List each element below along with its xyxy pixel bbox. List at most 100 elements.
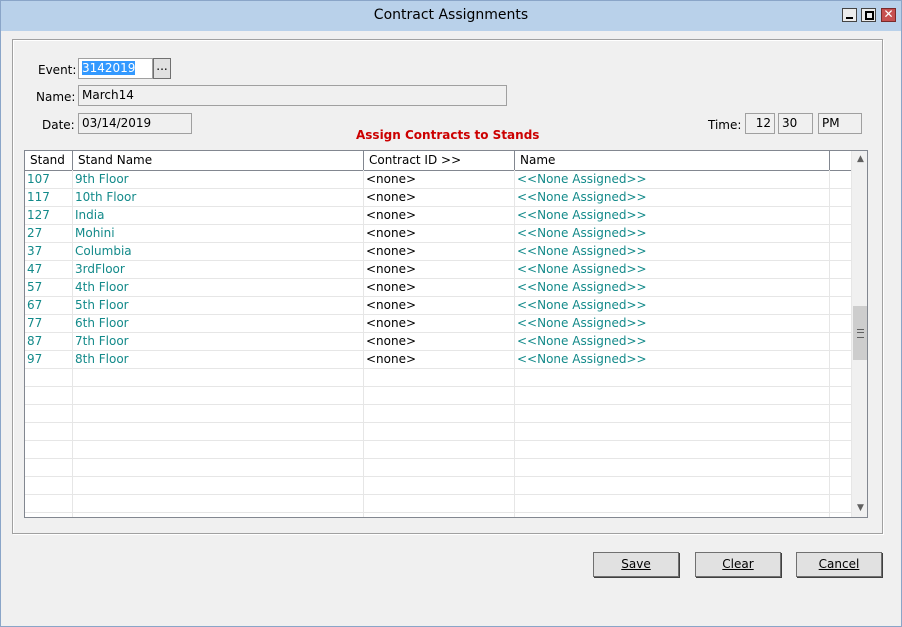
cell-name[interactable]: <<None Assigned>> — [516, 314, 829, 332]
table-row[interactable]: 127 India <none> <<None Assigned>> — [25, 206, 853, 225]
cell-contract-id[interactable]: <none> — [365, 296, 514, 314]
event-label: Event: — [38, 63, 77, 77]
grid-header: Stand Stand Name Contract ID >> Name — [25, 151, 853, 171]
table-row[interactable]: 47 3rdFloor <none> <<None Assigned>> — [25, 260, 853, 279]
cell-stand-name[interactable]: 6th Floor — [74, 314, 363, 332]
cell-contract-id[interactable]: <none> — [365, 188, 514, 206]
cell-stand[interactable]: 127 — [26, 206, 72, 224]
cell-name[interactable]: <<None Assigned>> — [516, 278, 829, 296]
cell-name[interactable]: <<None Assigned>> — [516, 332, 829, 350]
cell-stand[interactable]: 117 — [26, 188, 72, 206]
cell-contract-id[interactable]: <none> — [365, 332, 514, 350]
stands-grid[interactable]: Stand Stand Name Contract ID >> Name 107… — [24, 150, 868, 518]
cell-contract-id[interactable]: <none> — [365, 314, 514, 332]
name-label: Name: — [36, 90, 76, 104]
time-label: Time: — [708, 118, 742, 132]
cell-stand-name[interactable]: 10th Floor — [74, 188, 363, 206]
table-row[interactable]: 77 6th Floor <none> <<None Assigned>> — [25, 314, 853, 333]
cell-name[interactable]: <<None Assigned>> — [516, 242, 829, 260]
cell-stand-name[interactable]: 7th Floor — [74, 332, 363, 350]
cell-name[interactable]: <<None Assigned>> — [516, 170, 829, 188]
empty-row[interactable] — [25, 458, 853, 477]
table-row[interactable]: 117 10th Floor <none> <<None Assigned>> — [25, 188, 853, 207]
cell-stand-name[interactable]: 9th Floor — [74, 170, 363, 188]
section-title: Assign Contracts to Stands — [356, 128, 540, 142]
column-header-contract-id[interactable]: Contract ID >> — [364, 151, 515, 170]
empty-row[interactable] — [25, 368, 853, 387]
empty-row[interactable] — [25, 440, 853, 459]
save-button-label: Save — [621, 557, 651, 571]
empty-row[interactable] — [25, 404, 853, 423]
cell-stand[interactable]: 47 — [26, 260, 72, 278]
time-ampm-field[interactable]: PM — [818, 113, 862, 134]
cell-name[interactable]: <<None Assigned>> — [516, 188, 829, 206]
table-row[interactable]: 37 Columbia <none> <<None Assigned>> — [25, 242, 853, 261]
cell-contract-id[interactable]: <none> — [365, 350, 514, 368]
window-title: Contract Assignments — [373, 7, 529, 23]
close-icon: ✕ — [883, 7, 894, 21]
empty-row[interactable] — [25, 494, 853, 513]
cell-stand[interactable]: 77 — [26, 314, 72, 332]
cancel-button-label: Cancel — [818, 557, 860, 571]
table-row[interactable]: 27 Mohini <none> <<None Assigned>> — [25, 224, 853, 243]
name-field[interactable]: March14 — [78, 85, 507, 106]
time-hour-field[interactable]: 12 — [745, 113, 775, 134]
empty-row[interactable] — [25, 386, 853, 405]
cell-stand[interactable]: 97 — [26, 350, 72, 368]
column-header-stand-name[interactable]: Stand Name — [73, 151, 364, 170]
column-header-stand[interactable]: Stand — [25, 151, 73, 170]
table-row[interactable]: 67 5th Floor <none> <<None Assigned>> — [25, 296, 853, 315]
cell-stand[interactable]: 87 — [26, 332, 72, 350]
table-row[interactable]: 107 9th Floor <none> <<None Assigned>> — [25, 170, 853, 189]
table-row[interactable]: 97 8th Floor <none> <<None Assigned>> — [25, 350, 853, 369]
cell-name[interactable]: <<None Assigned>> — [516, 224, 829, 242]
cell-stand-name[interactable]: 5th Floor — [74, 296, 363, 314]
column-header-name[interactable]: Name — [515, 151, 830, 170]
minimize-button[interactable] — [842, 8, 857, 22]
close-button[interactable]: ✕ — [881, 7, 896, 22]
cell-stand[interactable]: 37 — [26, 242, 72, 260]
cancel-button[interactable]: Cancel — [796, 552, 882, 577]
scroll-down-icon[interactable]: ▼ — [852, 500, 867, 517]
event-browse-button[interactable]: ... — [153, 58, 171, 79]
scrollbar-thumb[interactable] — [853, 306, 867, 360]
clear-button[interactable]: Clear — [695, 552, 781, 577]
cell-stand[interactable]: 67 — [26, 296, 72, 314]
vertical-scrollbar[interactable]: ▲ ▼ — [851, 151, 867, 517]
date-field[interactable]: 03/14/2019 — [78, 113, 192, 134]
cell-stand[interactable]: 107 — [26, 170, 72, 188]
date-label: Date: — [42, 118, 75, 132]
cell-contract-id[interactable]: <none> — [365, 260, 514, 278]
event-field[interactable]: 3142019 — [78, 58, 153, 79]
clear-button-label: Clear — [722, 557, 754, 571]
grip-icon — [857, 329, 864, 338]
cell-contract-id[interactable]: <none> — [365, 278, 514, 296]
save-button[interactable]: Save — [593, 552, 679, 577]
cell-name[interactable]: <<None Assigned>> — [516, 350, 829, 368]
cell-stand-name[interactable]: 4th Floor — [74, 278, 363, 296]
cell-contract-id[interactable]: <none> — [365, 224, 514, 242]
table-row[interactable]: 87 7th Floor <none> <<None Assigned>> — [25, 332, 853, 351]
cell-stand-name[interactable]: India — [74, 206, 363, 224]
title-bar[interactable]: Contract Assignments ✕ — [1, 1, 901, 31]
event-value: 3142019 — [82, 61, 136, 75]
table-row[interactable]: 57 4th Floor <none> <<None Assigned>> — [25, 278, 853, 297]
cell-contract-id[interactable]: <none> — [365, 206, 514, 224]
cell-stand-name[interactable]: 3rdFloor — [74, 260, 363, 278]
time-minute-field[interactable]: 30 — [778, 113, 813, 134]
cell-stand-name[interactable]: Columbia — [74, 242, 363, 260]
cell-contract-id[interactable]: <none> — [365, 170, 514, 188]
scroll-up-icon[interactable]: ▲ — [852, 151, 867, 168]
contract-assignments-window: Contract Assignments ✕ Event: 3142019 ..… — [0, 0, 902, 627]
cell-stand[interactable]: 27 — [26, 224, 72, 242]
empty-row[interactable] — [25, 476, 853, 495]
empty-row[interactable] — [25, 422, 853, 441]
cell-contract-id[interactable]: <none> — [365, 242, 514, 260]
cell-stand[interactable]: 57 — [26, 278, 72, 296]
cell-stand-name[interactable]: Mohini — [74, 224, 363, 242]
cell-name[interactable]: <<None Assigned>> — [516, 260, 829, 278]
cell-stand-name[interactable]: 8th Floor — [74, 350, 363, 368]
maximize-button[interactable] — [861, 8, 876, 22]
cell-name[interactable]: <<None Assigned>> — [516, 206, 829, 224]
cell-name[interactable]: <<None Assigned>> — [516, 296, 829, 314]
